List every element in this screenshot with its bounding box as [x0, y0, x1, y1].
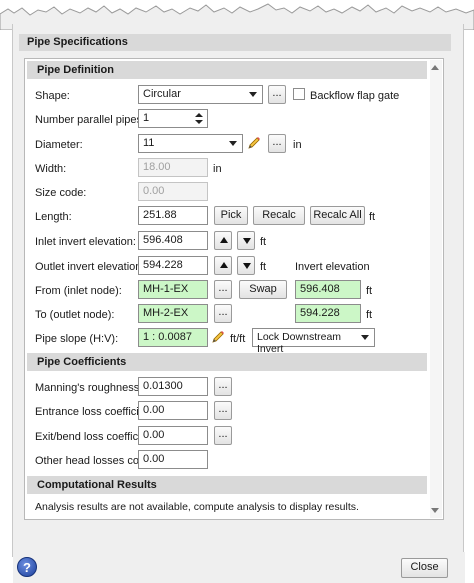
section-computational-results: Computational Results [27, 476, 427, 494]
diameter-unit: in [293, 139, 302, 151]
outlet-invert-label: Outlet invert elevation: [35, 261, 145, 273]
arrow-down-icon [243, 263, 251, 269]
other-losses-field[interactable]: 0.00 [138, 450, 208, 469]
vertical-scrollbar[interactable] [430, 60, 442, 518]
chevron-down-icon [229, 141, 237, 146]
arrow-down-icon [243, 238, 251, 244]
to-elevation-field: 594.228 [295, 304, 361, 323]
size-code-label: Size code: [35, 187, 87, 199]
spin-up-icon[interactable] [195, 113, 203, 117]
inlet-up-button[interactable] [214, 231, 232, 250]
from-node-label: From (inlet node): [35, 285, 122, 297]
shape-value: Circular [143, 88, 181, 100]
lock-invert-value: Lock Downstream Invert [257, 331, 342, 355]
inlet-invert-field[interactable]: 596.408 [138, 231, 208, 250]
scroll-up-icon[interactable] [431, 65, 439, 70]
section-pipe-coefficients: Pipe Coefficients [27, 353, 427, 371]
backflow-checkbox[interactable] [293, 88, 305, 100]
outlet-up-button[interactable] [214, 256, 232, 275]
pipe-slope-label: Pipe slope (H:V): [35, 333, 119, 345]
manning-field[interactable]: 0.01300 [138, 377, 208, 396]
to-node-more-button[interactable]: ... [214, 304, 232, 323]
lock-invert-select[interactable]: Lock Downstream Invert [252, 328, 375, 355]
shape-label: Shape: [35, 90, 70, 102]
diameter-more-button[interactable]: ... [268, 134, 286, 153]
width-unit: in [213, 163, 222, 175]
swap-button[interactable]: Swap [239, 280, 287, 299]
outlet-down-button[interactable] [237, 256, 255, 275]
pencil-icon[interactable] [211, 330, 225, 344]
diameter-value: 11 [143, 137, 155, 149]
backflow-label: Backflow flap gate [310, 90, 400, 102]
entrance-loss-field[interactable]: 0.00 [138, 401, 208, 420]
inlet-invert-label: Inlet invert elevation: [35, 236, 136, 248]
length-unit: ft [369, 211, 376, 223]
diameter-label: Diameter: [35, 139, 83, 151]
pipe-slope-unit: ft/ft [230, 333, 246, 345]
width-field: 18.00 [138, 158, 208, 177]
inlet-unit: ft [260, 236, 267, 248]
manning-more-button[interactable]: ... [214, 377, 232, 396]
parallel-pipes-stepper[interactable]: 1 [138, 109, 208, 128]
pencil-icon[interactable] [247, 136, 261, 150]
from-node-field[interactable]: MH-1-EX [138, 280, 208, 299]
close-button[interactable]: Close [401, 558, 448, 578]
results-message: Analysis results are not available, comp… [35, 501, 359, 513]
size-code-field: 0.00 [138, 182, 208, 201]
dialog-title: Pipe Specifications [19, 34, 451, 51]
entrance-loss-more-button[interactable]: ... [214, 401, 232, 420]
exit-loss-more-button[interactable]: ... [214, 426, 232, 445]
manning-label: Manning's roughness: [35, 382, 143, 394]
from-elevation-field: 596.408 [295, 280, 361, 299]
arrow-up-icon [220, 237, 228, 243]
to-elevation-unit: ft [366, 309, 373, 321]
to-node-field[interactable]: MH-2-EX [138, 304, 208, 323]
to-node-label: To (outlet node): [35, 309, 115, 321]
from-elevation-unit: ft [366, 285, 373, 297]
pick-button[interactable]: Pick [214, 206, 248, 225]
parallel-pipes-label: Number parallel pipes: [35, 114, 146, 126]
length-label: Length: [35, 211, 72, 223]
exit-loss-field[interactable]: 0.00 [138, 426, 208, 445]
pipe-specifications-dialog: Pipe Specifications Pipe Definition Shap… [12, 24, 465, 583]
from-node-more-button[interactable]: ... [214, 280, 232, 299]
help-icon[interactable]: ? [17, 557, 37, 577]
dialog-footer: ? Close [13, 552, 465, 583]
dialog-content-panel: Pipe Definition Shape: Circular ... Back… [24, 58, 444, 520]
scroll-down-icon[interactable] [431, 508, 439, 513]
chevron-down-icon [249, 92, 257, 97]
length-field[interactable]: 251.88 [138, 206, 208, 225]
recalc-all-button[interactable]: Recalc All [310, 206, 365, 225]
chevron-down-icon [361, 335, 369, 340]
width-label: Width: [35, 163, 67, 175]
pipe-slope-field[interactable]: 1 : 0.0087 [138, 328, 208, 347]
shape-select[interactable]: Circular [138, 85, 263, 104]
arrow-up-icon [220, 262, 228, 268]
diameter-select[interactable]: 11 [138, 134, 243, 153]
shape-more-button[interactable]: ... [268, 85, 286, 104]
outlet-invert-field[interactable]: 594.228 [138, 256, 208, 275]
recalc-button[interactable]: Recalc [253, 206, 305, 225]
inlet-down-button[interactable] [237, 231, 255, 250]
invert-elevation-heading: Invert elevation [295, 261, 370, 273]
spin-down-icon[interactable] [195, 120, 203, 124]
section-pipe-definition: Pipe Definition [27, 61, 427, 79]
other-losses-label: Other head losses coeff: [35, 455, 155, 467]
outlet-unit: ft [260, 261, 267, 273]
